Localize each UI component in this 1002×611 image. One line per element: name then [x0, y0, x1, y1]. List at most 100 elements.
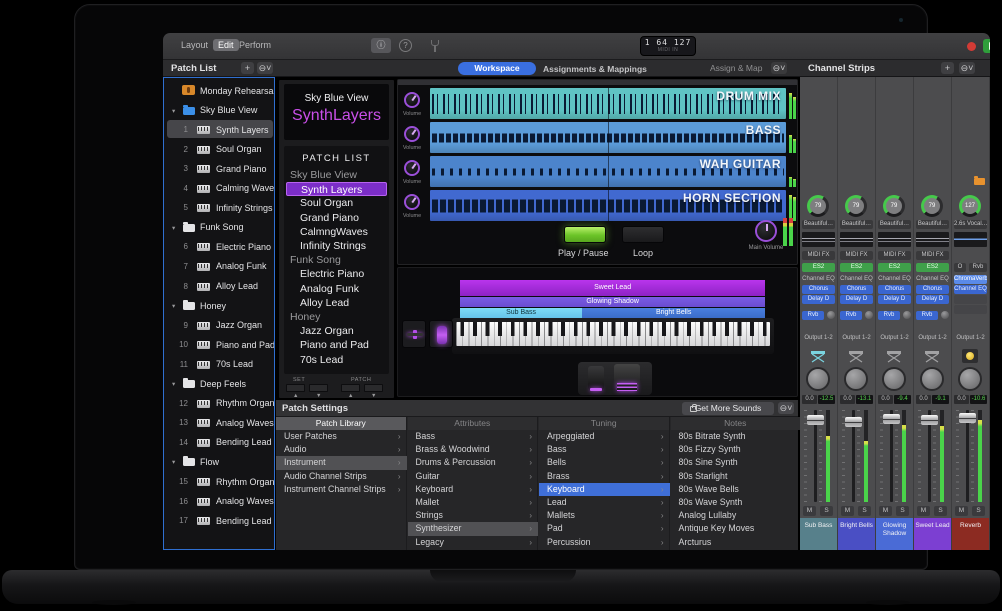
sidebar-set-folder[interactable]: ▾Honey — [164, 296, 275, 315]
sidebar-patch-item[interactable]: 1Synth Layers — [164, 120, 275, 139]
mute-button[interactable]: M — [879, 506, 892, 516]
sidebar-patch-item[interactable]: 6Electric Piano — [164, 237, 275, 256]
mode-button-perform[interactable]: Perform — [239, 40, 271, 50]
channel-strips-add-button[interactable]: + — [941, 62, 954, 74]
disclosure-triangle-icon[interactable]: ▾ — [172, 224, 175, 232]
browser-row[interactable]: Guitar› — [408, 470, 539, 483]
send-slot[interactable]: Rvb — [840, 311, 862, 320]
display-patch-name[interactable]: Jazz Organ — [286, 324, 387, 338]
browser-row[interactable]: Drums & Percussion› — [408, 456, 539, 469]
sidebar-patch-item[interactable]: 10Piano and Pad — [164, 335, 275, 354]
disclosure-triangle-icon[interactable]: ▾ — [172, 302, 175, 310]
mute-button[interactable]: M — [803, 506, 816, 516]
pan-knob[interactable] — [806, 367, 830, 391]
eq-thumbnail[interactable] — [954, 232, 987, 247]
output-slot[interactable]: Output 1-2 — [954, 334, 987, 343]
plugin-slot[interactable]: Channel EQ — [916, 275, 949, 284]
send-level-knob[interactable] — [827, 311, 835, 319]
eq-thumbnail[interactable] — [802, 232, 835, 247]
send-level-knob[interactable] — [941, 311, 949, 319]
display-patch-name[interactable]: CalmngWaves — [286, 225, 387, 239]
browser-row[interactable]: Percussion› — [539, 536, 670, 549]
pan-knob[interactable] — [920, 367, 944, 391]
browser-row[interactable]: Synthesizer› — [408, 522, 539, 535]
mod-wheel[interactable] — [429, 320, 453, 348]
browser-row[interactable]: 80s Fizzy Synth — [671, 443, 802, 456]
volume-value[interactable]: 0.0 — [840, 395, 855, 404]
display-patch-name[interactable]: Infinity Strings — [286, 239, 387, 253]
sidebar-patch-item[interactable]: 3Grand Piano — [164, 159, 275, 178]
record-icon[interactable] — [967, 42, 976, 51]
browser-row[interactable]: Arcturus — [671, 536, 802, 549]
browser-row[interactable]: Brass› — [539, 470, 670, 483]
send-slot[interactable]: Rvb — [916, 311, 938, 320]
solo-button[interactable]: S — [820, 506, 833, 516]
pan-knob[interactable] — [844, 367, 868, 391]
browser-row[interactable]: 80s Sine Synth — [671, 456, 802, 469]
display-patch-name[interactable]: Electric Piano — [286, 267, 387, 281]
plugin-slot[interactable]: ChromaVerb — [954, 275, 987, 284]
browser-row[interactable]: Brass & Woodwind› — [408, 443, 539, 456]
browser-row[interactable]: Analog Lullaby — [671, 509, 802, 522]
plugin-slot[interactable]: Delay D — [802, 295, 835, 304]
fader-cap[interactable] — [807, 415, 824, 425]
send-slot[interactable]: Rvb — [802, 311, 824, 320]
output-slot[interactable]: Output 1-2 — [878, 334, 911, 343]
midi-activity-lcd[interactable]: 1 64 127 MIDI IN — [640, 36, 696, 56]
set-down-button[interactable] — [286, 384, 305, 392]
plugin-slot[interactable]: Channel EQ — [878, 275, 911, 284]
browser-row[interactable]: Audio› — [276, 443, 407, 456]
mode-button-edit[interactable]: Edit — [213, 39, 239, 51]
eq-thumbnail[interactable] — [878, 232, 911, 247]
sidebar-patch-item[interactable]: 9Jazz Organ — [164, 316, 275, 335]
set-up-button[interactable] — [309, 384, 328, 392]
browser-column-header-tuning[interactable]: Tuning — [539, 417, 670, 430]
instrument-slot[interactable]: ES2 — [878, 263, 911, 272]
sidebar-set-folder[interactable]: ▾Funk Song — [164, 218, 275, 237]
browser-row[interactable]: 80s Wave Bells — [671, 483, 802, 496]
play-pause-button[interactable] — [564, 226, 606, 243]
setting-menu[interactable]: Beautiful… — [840, 220, 873, 229]
disclosure-triangle-icon[interactable]: ▾ — [172, 380, 175, 388]
sidebar-patch-item[interactable]: 14Bending Lead — [164, 433, 275, 452]
pitch-wheel[interactable] — [402, 320, 426, 348]
assign-map-button[interactable]: Assign & Map — [710, 63, 762, 73]
browser-row[interactable]: User Patches› — [276, 430, 407, 443]
track-volume-knob[interactable] — [404, 194, 420, 210]
layer-band-glowing-shadow[interactable]: Glowing Shadow — [460, 297, 765, 307]
plugin-slot[interactable]: Channel EQ — [802, 275, 835, 284]
setting-knob[interactable]: 127 — [959, 195, 981, 217]
display-patch-name[interactable]: Alloy Lead — [286, 296, 387, 310]
browser-row[interactable]: Bells› — [539, 456, 670, 469]
browser-row[interactable]: Mallets› — [539, 509, 670, 522]
sidebar-patch-item[interactable]: 7Analog Funk — [164, 257, 275, 276]
patch-settings-action-menu[interactable]: ⊖˅ — [778, 402, 794, 414]
eq-thumbnail[interactable] — [916, 232, 949, 247]
browser-row[interactable]: 80s Starlight — [671, 470, 802, 483]
display-patch-name[interactable]: 70s Lead — [286, 353, 387, 367]
main-volume-knob[interactable] — [755, 220, 777, 242]
fader-cap[interactable] — [845, 417, 862, 427]
display-patch-name[interactable]: Synth Layers — [286, 182, 387, 196]
tab-workspace[interactable]: Workspace — [458, 62, 536, 75]
sidebar-set-folder[interactable]: ▾Flow — [164, 452, 275, 471]
mute-button[interactable]: M — [841, 506, 854, 516]
volume-value[interactable]: 0.0 — [916, 395, 931, 404]
play-icon[interactable] — [983, 39, 990, 53]
sidebar-patch-item[interactable]: 5Infinity Strings — [164, 198, 275, 217]
browser-row[interactable]: Mallet› — [408, 496, 539, 509]
patch-down-button[interactable] — [341, 384, 360, 392]
browser-row[interactable]: Strings› — [408, 509, 539, 522]
help-icon[interactable]: ? — [399, 39, 412, 52]
display-set-name[interactable]: Funk Song — [286, 253, 387, 267]
volume-value[interactable]: 0.0 — [954, 395, 969, 404]
sidebar-patch-item[interactable]: 4Calming Waves — [164, 179, 275, 198]
sidebar-patch-item[interactable]: 1170s Lead — [164, 355, 275, 374]
setting-menu[interactable]: Beautiful… — [916, 220, 949, 229]
sidebar-concert-item[interactable]: Monday Rehearsal — [164, 81, 275, 100]
setting-knob[interactable]: 79 — [807, 195, 829, 217]
browser-column-header-patch-library[interactable]: Patch Library — [276, 417, 407, 430]
setting-menu[interactable]: Beautiful… — [878, 220, 911, 229]
sidebar-patch-item[interactable]: 13Analog Waves — [164, 413, 275, 432]
send-slot[interactable]: Rvb — [878, 311, 900, 320]
